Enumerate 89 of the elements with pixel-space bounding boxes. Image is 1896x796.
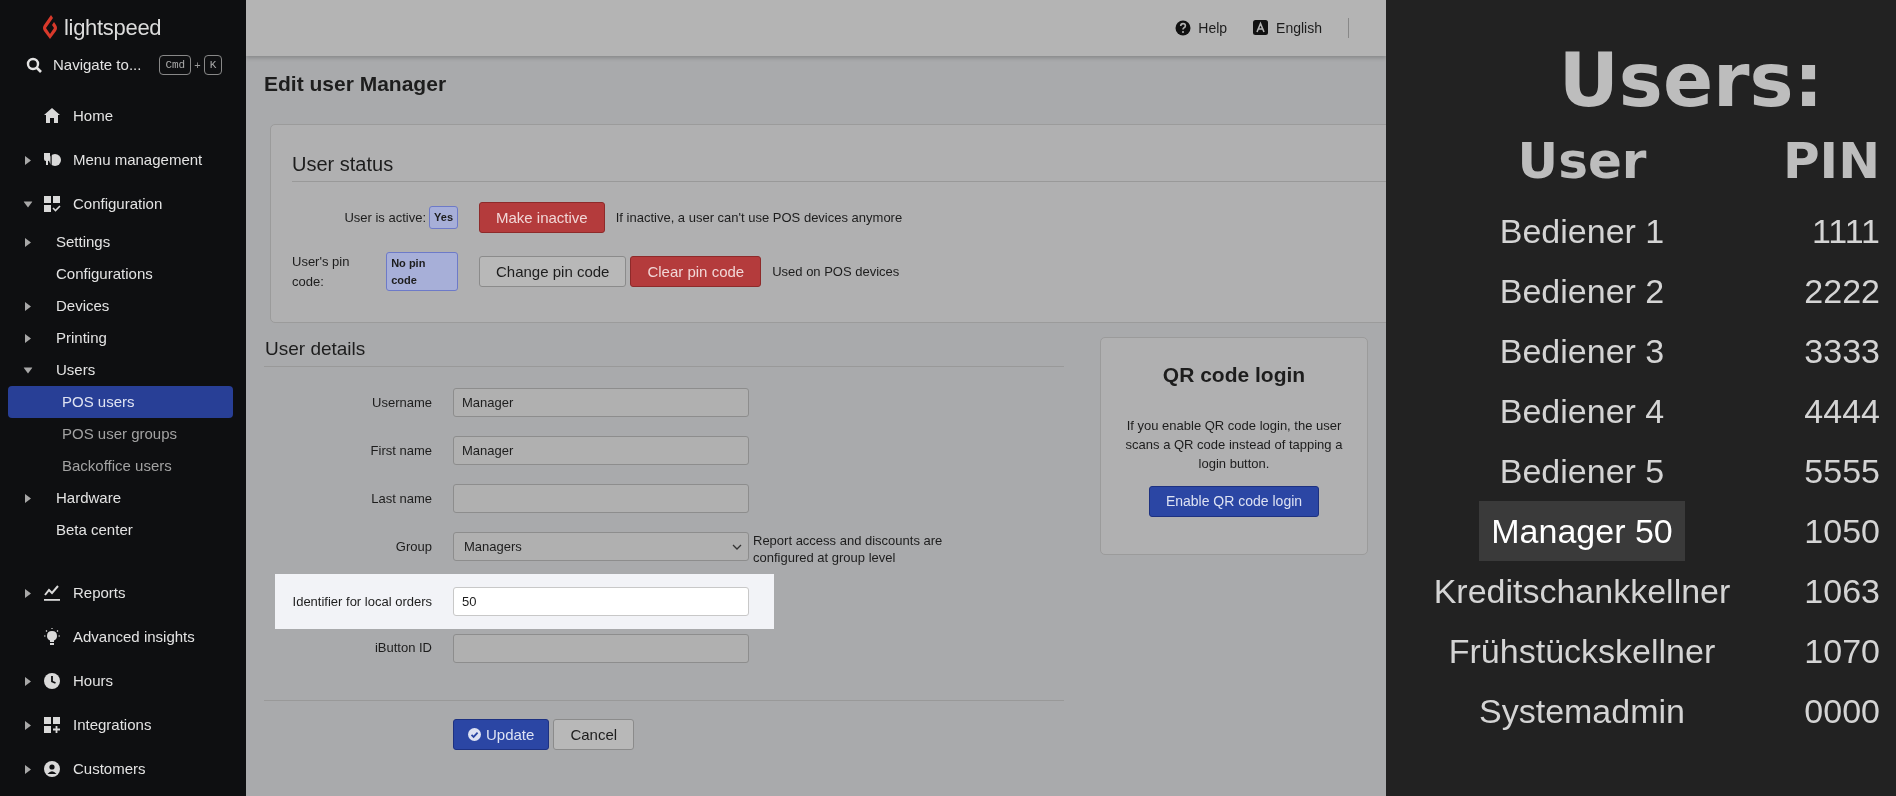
text-field[interactable] [453,484,749,513]
field-label: Username [371,393,432,412]
nav-item[interactable]: Reports [0,571,246,615]
user-name: Bediener 5 [1498,451,1666,492]
nav-item[interactable]: Hardware [0,482,246,514]
nav-item[interactable]: POS user groups [8,418,233,450]
field-label: User is active: [344,208,427,227]
card-title: QR code login [1162,362,1306,388]
user-name: Manager 50 [1479,501,1685,561]
pin-cell-text: 3333 [1803,331,1881,372]
column-header: User [1516,131,1648,192]
text-field[interactable]: 50 [453,587,749,616]
field-label: Last name [370,489,432,508]
user-name: Kreditschankkellner [1432,571,1732,612]
search-icon [26,57,42,73]
chevron-down-icon [732,543,742,550]
user-name: Bediener 3 [1498,331,1666,372]
nav-item[interactable]: Hours [0,659,246,703]
shortcut-key: K [203,54,223,76]
action-button[interactable]: Make inactive [479,202,605,233]
help-text: If inactive, a user can't use POS devices anymore [615,208,903,227]
field-label: User's pin code: [292,253,351,291]
field-label: Identifier for local orders [291,592,432,611]
grid-plus-icon [43,716,61,734]
field-label: Group [394,538,432,556]
language-link[interactable]: English [1253,17,1322,39]
page-title: Edit user Manager [264,71,448,97]
nav-item[interactable]: Printing [0,322,246,354]
lightbulb-icon [43,628,61,646]
help-link[interactable]: Help [1175,17,1228,39]
pin-cell-text: 1111 [1810,211,1881,252]
text-field[interactable]: Manager [453,436,749,465]
action-button[interactable]: Clear pin code [630,256,762,287]
nav-item[interactable]: Beta center [0,514,246,546]
card-text: If you enable QR code login, the user scans a QR code instead of tapping a login button. [1124,417,1344,473]
field-label: iButton ID [373,639,432,658]
column-header: PIN [1781,131,1881,192]
user-name: Frühstückskellner [1447,631,1717,672]
pin-cell-text: 0000 [1803,691,1881,732]
text-field[interactable] [453,633,749,663]
nav-item[interactable]: Backoffice users [8,450,233,482]
help-text: Used on POS devices [772,262,900,281]
user-name: Bediener 1 [1498,211,1666,252]
pin-cell-text: 1070 [1803,631,1881,672]
check-circle-icon [468,728,481,741]
flame-logo-icon [42,15,58,39]
plus-sign: + [194,57,201,73]
nav-item[interactable]: Configurations [0,258,246,290]
chart-icon [43,584,61,602]
nav-item[interactable]: Users [0,354,246,386]
status-badge: No pin code [386,252,458,291]
status-badge: Yes [429,206,458,229]
logo-text: lightspeed [64,13,162,42]
cancel-button[interactable]: Cancel [553,719,635,750]
pin-cell-text: 5555 [1803,451,1881,492]
pin-cell-text: 4444 [1803,391,1881,432]
navigate-search[interactable]: Navigate to... [26,53,142,77]
select-field[interactable]: Managers [453,532,749,561]
grid-check-icon [43,195,61,213]
nav-item[interactable]: POS users [8,386,233,418]
nav-item[interactable]: Integrations [0,703,246,747]
nav-item[interactable]: Devices [0,290,246,322]
action-button[interactable]: Change pin code [479,256,627,287]
user-name: Systemadmin [1478,691,1686,732]
nav-item[interactable]: Home [0,94,246,138]
field-label: First name [369,441,432,460]
pin-cell-text: 1050 [1803,511,1881,552]
nav-item[interactable]: Advanced insights [0,615,246,659]
user-name: Bediener 4 [1498,391,1666,432]
shortcut-key: Cmd [159,54,192,76]
enable-qr-button[interactable]: Enable QR code login [1148,486,1320,517]
clock-icon [43,672,61,690]
table-title: Users: [1557,36,1825,125]
language-icon [1253,20,1270,36]
glass-plate-icon [43,151,61,169]
nav-item[interactable]: Menu management [0,138,246,182]
help-text: Report access and discounts are configured at group level [753,532,944,566]
home-icon [43,107,61,125]
pin-cell-text: 1063 [1803,571,1881,612]
nav-item[interactable]: Configuration [0,182,246,226]
nav-item[interactable]: Settings [0,226,246,258]
section-title: User details [264,336,1064,367]
nav-item[interactable]: Customers [0,747,246,791]
text-field[interactable]: Manager [453,388,749,417]
user-name: Bediener 2 [1498,271,1666,312]
update-button[interactable]: Update [453,719,550,750]
help-icon [1175,20,1192,36]
pin-cell-text: 2222 [1803,271,1881,312]
person-circle-icon [43,760,61,778]
